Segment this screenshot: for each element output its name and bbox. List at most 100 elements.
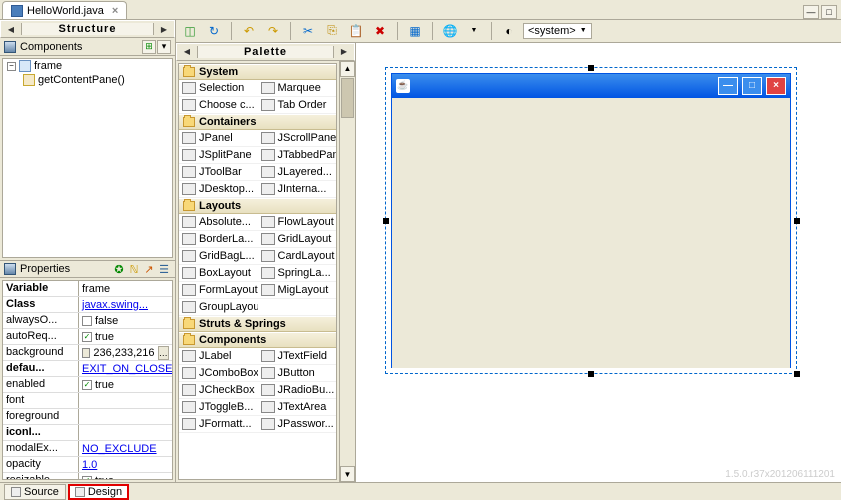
file-tab[interactable]: HelloWorld.java ×: [2, 1, 127, 19]
palette-item[interactable]: Selection: [179, 80, 258, 97]
menu-button[interactable]: ▾: [157, 40, 171, 54]
palette-list[interactable]: SystemSelectionMarqueeChoose c...Tab Ord…: [178, 63, 337, 480]
external-preview-button[interactable]: ◫: [180, 21, 200, 41]
palette-item[interactable]: JLayered...: [258, 164, 337, 181]
cut-button[interactable]: ✂: [298, 21, 318, 41]
property-value[interactable]: 236,233,216…: [79, 345, 172, 360]
resize-handle-e[interactable]: [794, 218, 800, 224]
resize-handle-n[interactable]: [588, 65, 594, 71]
palette-item[interactable]: JToggleB...: [179, 399, 258, 416]
maximize-view-button[interactable]: □: [821, 5, 837, 19]
palette-item[interactable]: Marquee: [258, 80, 337, 97]
palette-category[interactable]: Containers: [179, 114, 336, 130]
palette-item[interactable]: MigLayout: [258, 282, 337, 299]
palette-item[interactable]: JCheckBox: [179, 382, 258, 399]
design-canvas[interactable]: ☕ — □ × 1.5.0.r37x201206111201: [356, 43, 841, 482]
property-value[interactable]: ✓true: [79, 377, 172, 392]
palette-item[interactable]: JTextField: [258, 348, 337, 365]
palette-item[interactable]: JPasswor...: [258, 416, 337, 433]
palette-item[interactable]: JTextArea: [258, 399, 337, 416]
property-row[interactable]: modalEx...NO_EXCLUDE: [3, 441, 172, 457]
checkbox-icon[interactable]: [82, 316, 92, 326]
expand-button[interactable]: ⊞: [142, 40, 156, 54]
palette-item[interactable]: Tab Order: [258, 97, 337, 114]
frame-maximize-button[interactable]: □: [742, 77, 762, 95]
laf-selector[interactable]: <system> ▼: [523, 23, 592, 39]
palette-item[interactable]: JButton: [258, 365, 337, 382]
palette-item[interactable]: JToolBar: [179, 164, 258, 181]
resize-handle-s[interactable]: [588, 371, 594, 377]
tab-source[interactable]: Source: [4, 484, 66, 500]
property-row[interactable]: defau...EXIT_ON_CLOSE: [3, 361, 172, 377]
prop-advanced-button[interactable]: ✪: [112, 262, 126, 276]
property-value[interactable]: false: [79, 313, 172, 328]
property-value[interactable]: javax.swing...: [79, 297, 172, 312]
property-row[interactable]: autoReq...✓true: [3, 329, 172, 345]
tree-root[interactable]: − frame: [3, 59, 172, 73]
palette-category[interactable]: Components: [179, 332, 336, 348]
resize-handle-w[interactable]: [383, 218, 389, 224]
frame-close-button[interactable]: ×: [766, 77, 786, 95]
property-value[interactable]: [79, 425, 172, 440]
property-row[interactable]: foreground: [3, 409, 172, 425]
property-row[interactable]: iconI...: [3, 425, 172, 441]
palette-item[interactable]: JComboBox: [179, 365, 258, 382]
property-value[interactable]: ✓true: [79, 473, 172, 480]
palette-item[interactable]: JLabel: [179, 348, 258, 365]
resize-handle-se[interactable]: [794, 371, 800, 377]
properties-table[interactable]: VariableframeClassjavax.swing...alwaysO.…: [2, 280, 173, 480]
palette-item[interactable]: JRadioBu...: [258, 382, 337, 399]
palette-item[interactable]: BorderLa...: [179, 231, 258, 248]
property-value[interactable]: [79, 393, 172, 408]
scroll-up-button[interactable]: ▲: [340, 61, 355, 77]
checkbox-icon[interactable]: ✓: [82, 476, 92, 481]
property-row[interactable]: Variableframe: [3, 281, 172, 297]
tree-child[interactable]: getContentPane(): [3, 73, 172, 87]
prop-filter-button[interactable]: ☰: [157, 262, 171, 276]
palette-item[interactable]: JTabbedPane: [258, 147, 337, 164]
palette-item[interactable]: JFormatt...: [179, 416, 258, 433]
checkbox-icon[interactable]: ✓: [82, 332, 92, 342]
delete-button[interactable]: ✖: [370, 21, 390, 41]
palette-item[interactable]: JInterna...: [258, 181, 337, 198]
property-row[interactable]: resizable✓true: [3, 473, 172, 480]
property-value[interactable]: [79, 409, 172, 424]
tree-toggle-icon[interactable]: −: [7, 62, 16, 71]
palette-item[interactable]: CardLayout: [258, 248, 337, 265]
palette-item[interactable]: JScrollPane: [258, 130, 337, 147]
palette-item[interactable]: FlowLayout: [258, 214, 337, 231]
palette-item[interactable]: SpringLa...: [258, 265, 337, 282]
palette-item[interactable]: GroupLayout: [179, 299, 258, 316]
refresh-button[interactable]: ↻: [204, 21, 224, 41]
palette-item[interactable]: Choose c...: [179, 97, 258, 114]
palette-category[interactable]: Struts & Springs: [179, 316, 336, 332]
property-row[interactable]: enabled✓true: [3, 377, 172, 393]
property-row[interactable]: background236,233,216…: [3, 345, 172, 361]
collapse-right-icon[interactable]: ▶: [338, 46, 350, 58]
collapse-left-icon[interactable]: ◀: [181, 46, 193, 58]
property-row[interactable]: opacity1.0: [3, 457, 172, 473]
globe-button[interactable]: 🌐: [440, 21, 460, 41]
undo-button[interactable]: ↶: [239, 21, 259, 41]
paste-button[interactable]: 📋: [346, 21, 366, 41]
palette-item[interactable]: FormLayout: [179, 282, 258, 299]
globe-dropdown[interactable]: ▼: [464, 21, 484, 41]
tab-design[interactable]: Design: [68, 484, 129, 500]
scroll-down-button[interactable]: ▼: [340, 466, 355, 482]
scroll-thumb[interactable]: [341, 78, 354, 118]
copy-button[interactable]: ⎘: [322, 21, 342, 41]
palette-item[interactable]: JDesktop...: [179, 181, 258, 198]
property-value[interactable]: EXIT_ON_CLOSE: [79, 361, 172, 376]
palette-item[interactable]: GridBagL...: [179, 248, 258, 265]
close-icon[interactable]: ×: [112, 5, 118, 17]
collapse-left-icon[interactable]: ◀: [5, 23, 17, 35]
palette-item[interactable]: Absolute...: [179, 214, 258, 231]
prop-events-button[interactable]: ℕ: [127, 262, 141, 276]
prop-goto-button[interactable]: ↗: [142, 262, 156, 276]
redo-button[interactable]: ↷: [263, 21, 283, 41]
palette-category[interactable]: System: [179, 64, 336, 80]
palette-scrollbar[interactable]: ▲ ▼: [339, 61, 355, 482]
property-row[interactable]: Classjavax.swing...: [3, 297, 172, 313]
component-tree[interactable]: − frame getContentPane(): [2, 58, 173, 258]
property-value[interactable]: frame: [79, 281, 172, 296]
